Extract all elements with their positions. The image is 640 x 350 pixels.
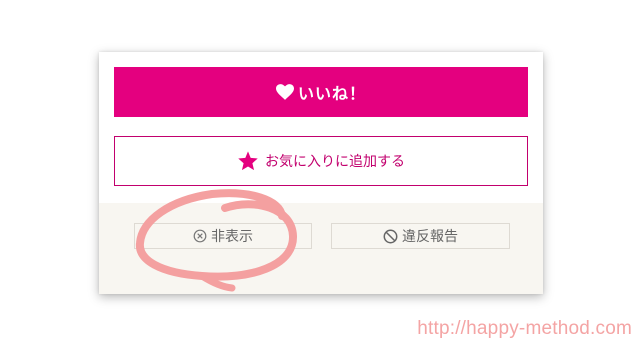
prohibited-icon bbox=[383, 229, 398, 244]
action-card: いいね！ お気に入りに追加する 非表示 違反報告 bbox=[99, 52, 543, 294]
favorite-label: お気に入りに追加する bbox=[265, 154, 405, 170]
stage: いいね！ お気に入りに追加する 非表示 違反報告 http://happy-me… bbox=[0, 0, 640, 350]
watermark-url: http://happy-method.com bbox=[417, 318, 632, 339]
circle-x-icon bbox=[193, 229, 207, 243]
report-label: 違反報告 bbox=[402, 229, 458, 245]
hide-label: 非表示 bbox=[211, 229, 253, 245]
footer-area: 非表示 違反報告 bbox=[99, 203, 543, 294]
star-icon bbox=[237, 150, 259, 172]
add-favorite-button[interactable]: お気に入りに追加する bbox=[114, 136, 528, 186]
heart-icon bbox=[275, 84, 294, 100]
hide-button[interactable]: 非表示 bbox=[134, 223, 312, 249]
like-button[interactable]: いいね！ bbox=[114, 67, 528, 117]
like-label: いいね！ bbox=[297, 84, 366, 103]
report-button[interactable]: 違反報告 bbox=[331, 223, 510, 249]
